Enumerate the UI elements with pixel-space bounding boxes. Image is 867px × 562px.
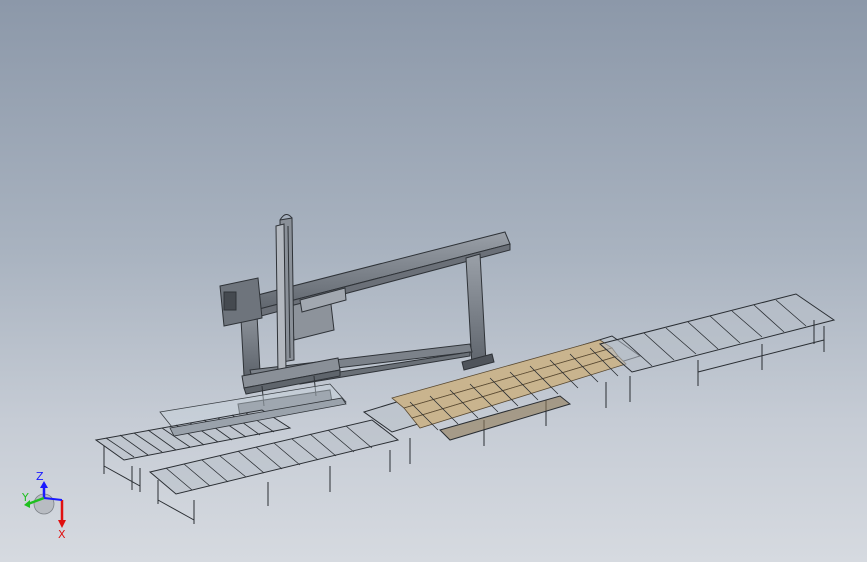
view-orientation-triad[interactable]: Z Y X [18, 468, 78, 540]
gantry-frame [219, 231, 511, 385]
vertical-arm [275, 214, 295, 375]
y-axis-label: Y [21, 491, 29, 504]
model-viewport[interactable] [0, 0, 867, 562]
x-axis-label: X [58, 528, 66, 540]
z-axis-label: Z [36, 470, 44, 483]
conveyor-right [598, 293, 836, 386]
